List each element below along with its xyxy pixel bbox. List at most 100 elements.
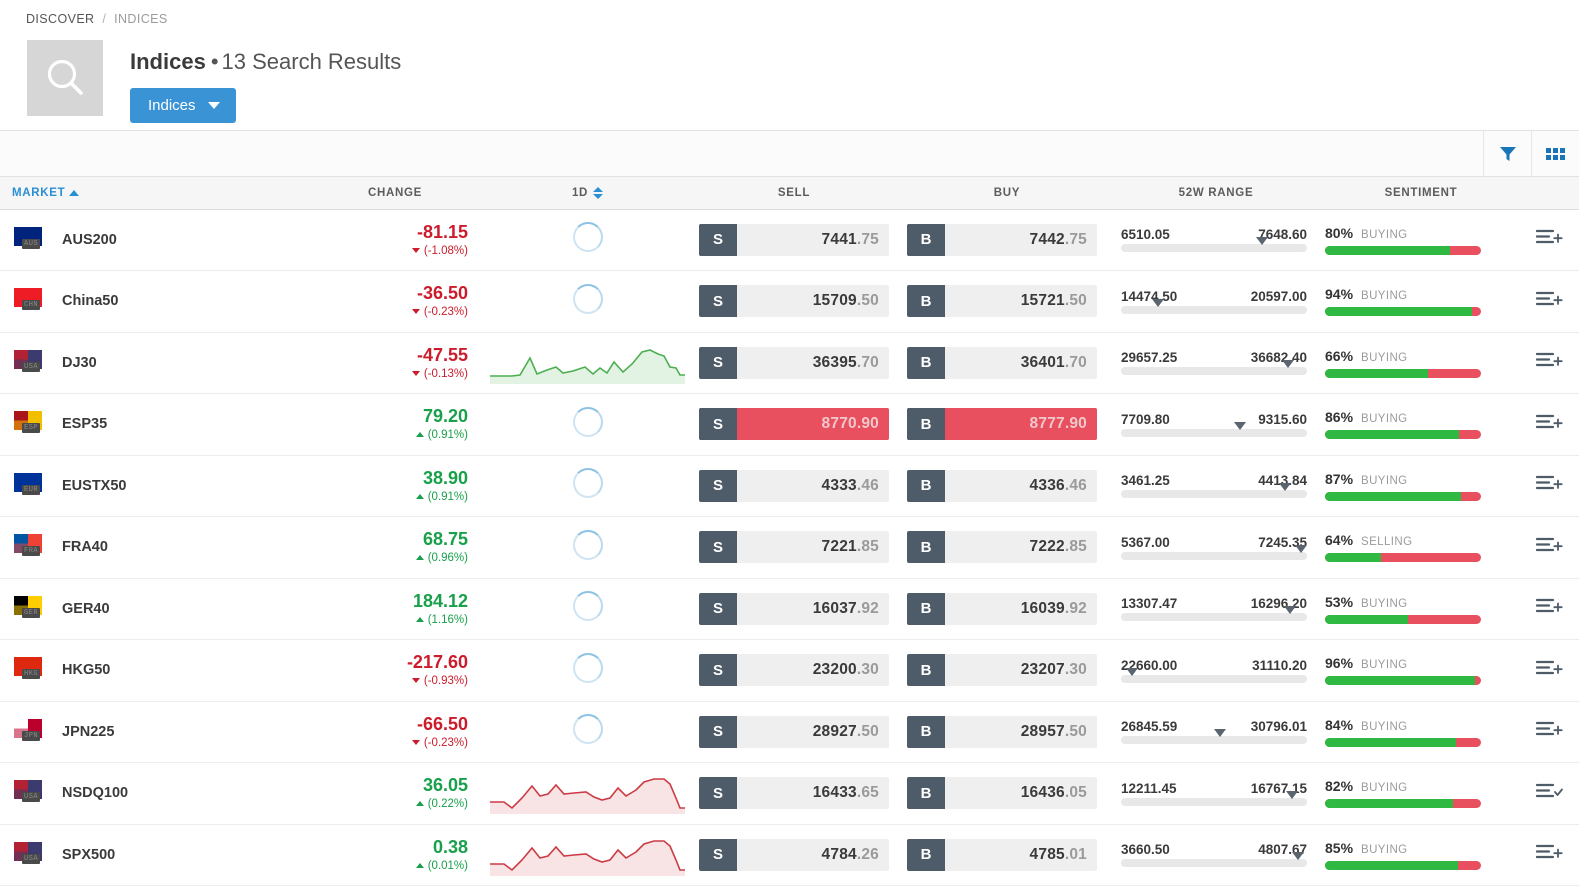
buy-button[interactable]: B 4785.01 [907, 838, 1097, 871]
column-header-period[interactable]: 1D [490, 177, 685, 210]
grid-view-button[interactable] [1531, 131, 1579, 176]
sell-price: 15709.50 [812, 292, 879, 310]
sell-price: 4333.46 [821, 476, 879, 494]
watchlist-cell [1521, 763, 1579, 825]
buy-cell: B 8777.90 [903, 394, 1111, 456]
buy-cell: B 15721.50 [903, 271, 1111, 333]
add-to-watchlist-icon [1535, 599, 1563, 613]
market-cell[interactable]: USA NSDQ100 [0, 763, 300, 825]
buy-button[interactable]: B 36401.70 [907, 346, 1097, 379]
buy-button[interactable]: B 7222.85 [907, 531, 1097, 564]
buy-button[interactable]: B 16039.92 [907, 592, 1097, 625]
buy-button[interactable]: B 4336.46 [907, 469, 1097, 502]
watchlist-button[interactable] [1535, 227, 1564, 252]
buy-button[interactable]: B 7442.75 [907, 223, 1097, 256]
table-row[interactable]: USA SPX500 0.38 (0.01%) S 4784.26 B 4785.01 3660… [0, 824, 1579, 886]
watchlist-button[interactable] [1535, 535, 1564, 560]
buy-button[interactable]: B 16436.05 [907, 777, 1097, 810]
period-chart-cell [490, 332, 685, 394]
table-row[interactable]: GER GER40 184.12 (1.16%) S 16037.92 B 16039.92 1… [0, 578, 1579, 640]
sell-button[interactable]: S 36395.70 [699, 346, 889, 379]
buy-button[interactable]: B 15721.50 [907, 285, 1097, 318]
range-marker-icon [1234, 421, 1247, 430]
table-row[interactable]: USA DJ30 -47.55 (-0.13%) S 36395.70 B 36401.70 2… [0, 332, 1579, 394]
market-symbol: EUSTX50 [62, 477, 127, 494]
range-cell: 5367.00 7245.35 [1111, 517, 1321, 579]
change-value: 36.05 [422, 775, 468, 796]
column-header-range[interactable]: 52W RANGE [1111, 177, 1321, 210]
sell-button[interactable]: S 23200.30 [699, 654, 889, 687]
change-value: 38.90 [422, 467, 468, 488]
watchlist-cell [1521, 701, 1579, 763]
table-row[interactable]: AUS AUS200 -81.15 (-1.08%) S 7441.75 B 7442.75 6… [0, 209, 1579, 271]
range-marker-icon [1126, 667, 1139, 676]
column-header-buy[interactable]: BUY [903, 177, 1111, 210]
table-row[interactable]: USA NSDQ100 36.05 (0.22%) S 16433.65 B 16436.05… [0, 763, 1579, 825]
watchlist-button[interactable] [1535, 412, 1564, 437]
sell-button[interactable]: S 28927.50 [699, 715, 889, 748]
table-row[interactable]: CHN China50 -36.50 (-0.23%) S 15709.50 B 15721.… [0, 271, 1579, 333]
period-chart-cell [490, 701, 685, 763]
period-chart-cell [490, 209, 685, 271]
market-cell[interactable]: USA DJ30 [0, 332, 300, 394]
change-percent: (0.91%) [300, 491, 468, 503]
change-value: -36.50 [416, 283, 468, 304]
market-cell[interactable]: ESP ESP35 [0, 394, 300, 456]
sell-button[interactable]: S 16433.65 [699, 777, 889, 810]
table-row[interactable]: HKG HKG50 -217.60 (-0.93%) S 23200.30 B 23207.3… [0, 640, 1579, 702]
sparkline-chart [490, 839, 685, 876]
sentiment-percent: 84% [1325, 716, 1354, 733]
market-cell[interactable]: AUS AUS200 [0, 209, 300, 271]
market-cell[interactable]: GER GER40 [0, 578, 300, 640]
watchlist-button[interactable] [1535, 719, 1564, 744]
market-cell[interactable]: HKG HKG50 [0, 640, 300, 702]
market-cell[interactable]: FRA FRA40 [0, 517, 300, 579]
table-row[interactable]: ESP ESP35 79.20 (0.91%) S 8770.90 B 8777.90 7709… [0, 394, 1579, 456]
market-cell[interactable]: USA SPX500 [0, 824, 300, 886]
watchlist-button[interactable] [1535, 350, 1564, 375]
column-header-range-label: 52W RANGE [1178, 186, 1254, 199]
change-percent: (-0.93%) [300, 675, 468, 687]
change-cell: -66.50 (-0.23%) [300, 701, 490, 763]
grid-view-icon [1546, 147, 1565, 160]
column-header-market[interactable]: MARKET [0, 177, 300, 210]
range-low: 3660.50 [1121, 842, 1170, 858]
period-chart-cell [490, 271, 685, 333]
buy-button[interactable]: B 8777.90 [907, 408, 1097, 441]
filter-button[interactable] [1483, 131, 1531, 176]
table-row[interactable]: JPN JPN225 -66.50 (-0.23%) S 28927.50 B 28957.5… [0, 701, 1579, 763]
breadcrumb-discover[interactable]: DISCOVER [26, 12, 95, 26]
watchlist-button[interactable] [1535, 842, 1564, 867]
sell-button[interactable]: S 8770.90 [699, 408, 889, 441]
period-chart-cell [490, 455, 685, 517]
sparkline-chart [490, 778, 685, 815]
sentiment-label: BUYING [1361, 782, 1408, 795]
sell-button[interactable]: S 15709.50 [699, 285, 889, 318]
sell-button[interactable]: S 4333.46 [699, 469, 889, 502]
period-chart-cell [490, 763, 685, 825]
column-header-change[interactable]: CHANGE [300, 177, 490, 210]
watchlist-button[interactable] [1535, 596, 1564, 621]
sentiment-cell: 84% BUYING [1321, 701, 1521, 763]
buy-button[interactable]: B 28957.50 [907, 715, 1097, 748]
market-cell[interactable]: JPN JPN225 [0, 701, 300, 763]
market-cell[interactable]: CHN China50 [0, 271, 300, 333]
buy-price: 7222.85 [1029, 538, 1087, 556]
sentiment-label: BUYING [1361, 290, 1408, 303]
market-cell[interactable]: EUR EUSTX50 [0, 455, 300, 517]
buy-button[interactable]: B 23207.30 [907, 654, 1097, 687]
sell-button[interactable]: S 7441.75 [699, 223, 889, 256]
watchlist-button[interactable] [1535, 781, 1564, 806]
sell-button[interactable]: S 16037.92 [699, 592, 889, 625]
category-dropdown[interactable]: Indices [130, 88, 236, 123]
sell-button[interactable]: S 7221.85 [699, 531, 889, 564]
table-row[interactable]: EUR EUSTX50 38.90 (0.91%) S 4333.46 B 4336.46 34… [0, 455, 1579, 517]
watchlist-button[interactable] [1535, 289, 1564, 314]
column-header-sentiment[interactable]: SENTIMENT [1321, 177, 1521, 210]
column-header-sell[interactable]: SELL [685, 177, 903, 210]
sell-button[interactable]: S 4784.26 [699, 838, 889, 871]
watchlist-button[interactable] [1535, 658, 1564, 683]
country-code-badge: GER [22, 607, 41, 618]
watchlist-button[interactable] [1535, 473, 1564, 498]
table-row[interactable]: FRA FRA40 68.75 (0.96%) S 7221.85 B 7222.85 5367… [0, 517, 1579, 579]
